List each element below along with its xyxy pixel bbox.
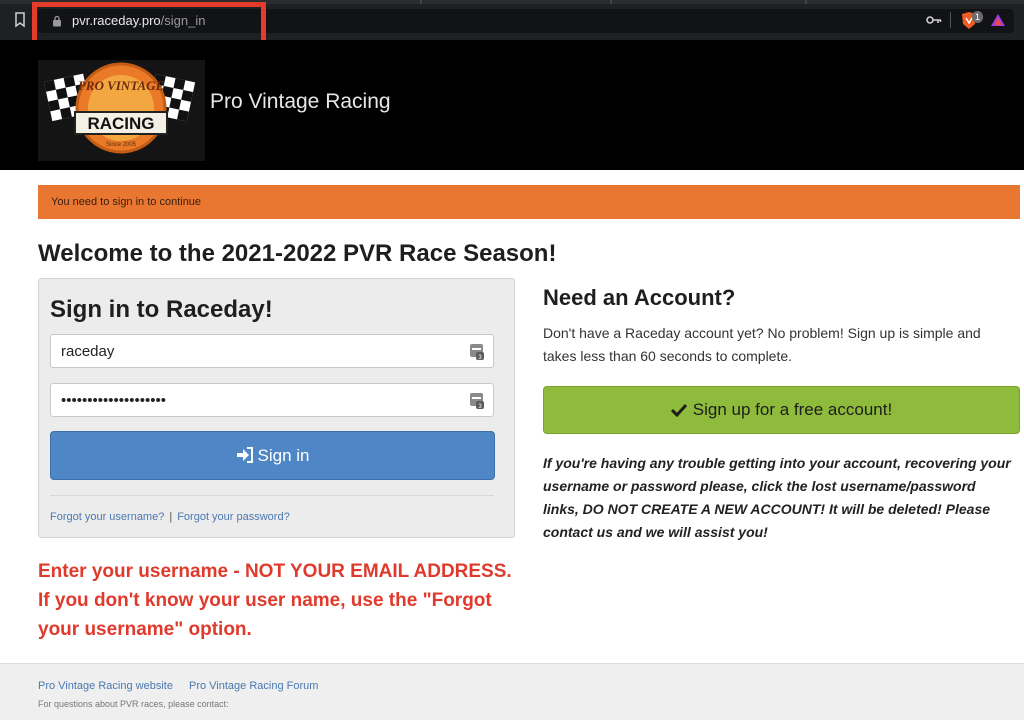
- password-manager-icon[interactable]: 3: [469, 343, 485, 361]
- need-account-heading: Need an Account?: [543, 285, 736, 310]
- alert-text: You need to sign in to continue: [51, 196, 202, 208]
- svg-text:PRO VINTAGE: PRO VINTAGE: [78, 78, 165, 93]
- svg-text:RACING: RACING: [87, 114, 154, 133]
- shield-count-badge: 1: [972, 11, 984, 23]
- password-manager-icon[interactable]: 3: [469, 392, 485, 410]
- page-title: Welcome to the 2021-2022 PVR Race Season…: [38, 240, 557, 267]
- account-trouble-notice: If you're having any trouble getting int…: [543, 455, 1011, 540]
- username-input[interactable]: [51, 335, 493, 367]
- sign-up-button[interactable]: Sign up for a free account!: [543, 386, 1020, 434]
- footer-website-link[interactable]: Pro Vintage Racing website: [38, 680, 173, 692]
- password-field[interactable]: 3: [50, 383, 494, 417]
- sign-in-required-alert: You need to sign in to continue: [38, 185, 1020, 219]
- password-input[interactable]: [51, 384, 493, 416]
- key-icon[interactable]: [926, 14, 942, 26]
- footer-contact-note: For questions about PVR races, please co…: [38, 699, 229, 709]
- bookmark-icon[interactable]: [14, 12, 26, 28]
- forgot-links: Forgot your username? | Forgot your passwo…: [50, 511, 290, 523]
- username-warning-text: Enter your username - NOT YOUR EMAIL ADD…: [38, 561, 512, 640]
- sign-up-label: Sign up for a free account!: [692, 400, 893, 419]
- panel-divider: [50, 495, 494, 496]
- svg-text:Since 2005: Since 2005: [106, 142, 137, 148]
- forgot-username-link[interactable]: Forgot your username?: [50, 511, 164, 523]
- footer-forum-link[interactable]: Pro Vintage Racing Forum: [189, 680, 318, 692]
- logo-graphic: PRO VINTAGE RACING Since 2005: [44, 62, 196, 154]
- link-separator: |: [169, 511, 173, 523]
- sign-in-label: Sign in: [257, 446, 310, 465]
- need-account-text: Don't have a Raceday account yet? No pro…: [543, 325, 981, 364]
- pvr-logo[interactable]: PRO VINTAGE RACING Since 2005: [38, 60, 205, 161]
- sign-in-icon: [236, 447, 253, 463]
- toolbar-separator: [950, 12, 951, 28]
- sign-in-heading: Sign in to Raceday!: [50, 296, 273, 323]
- sign-in-button[interactable]: Sign in: [50, 431, 495, 480]
- forgot-password-link[interactable]: Forgot your password?: [177, 511, 290, 523]
- username-field[interactable]: 3: [50, 334, 494, 368]
- checkmark-icon: [670, 403, 687, 418]
- site-title[interactable]: Pro Vintage Racing: [210, 90, 391, 114]
- brave-rewards-icon[interactable]: [990, 13, 1006, 27]
